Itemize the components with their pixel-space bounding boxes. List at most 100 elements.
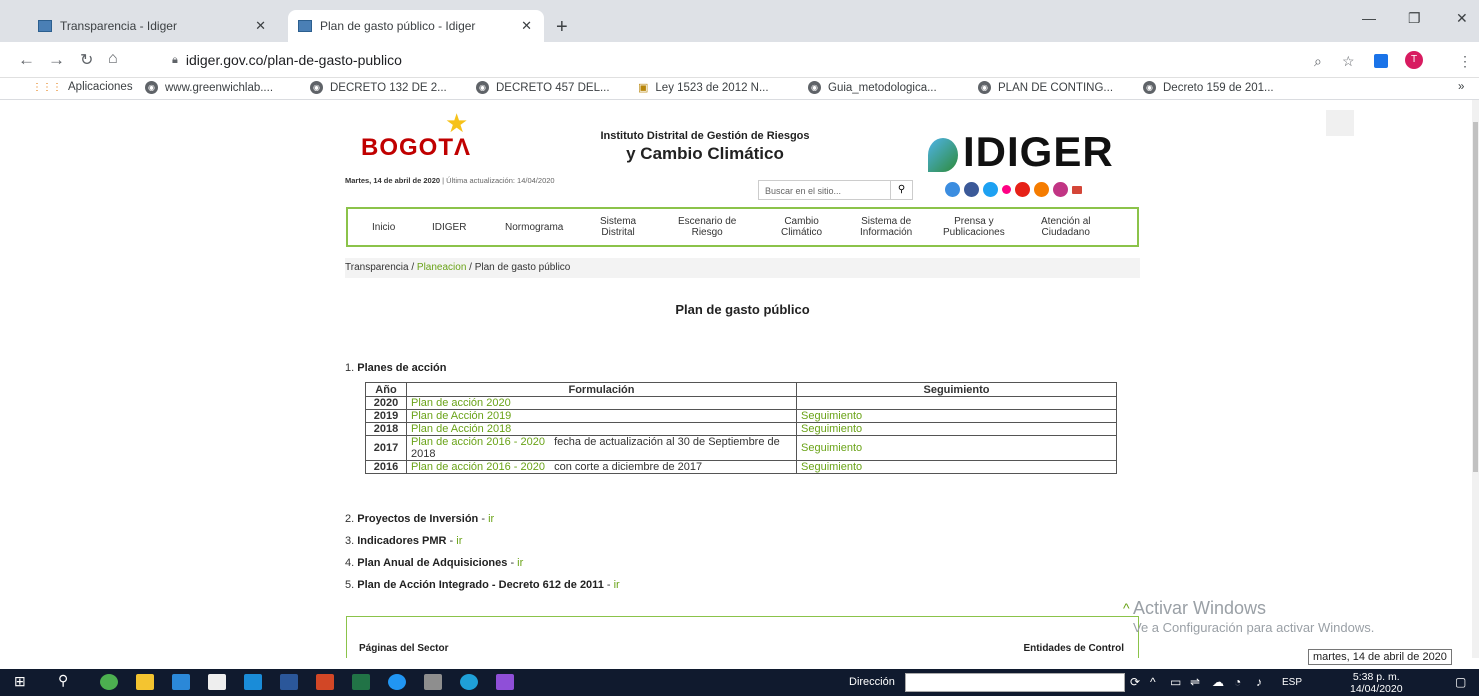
instagram-icon[interactable] (1053, 182, 1068, 197)
menu-dots-icon[interactable]: ⋮ (1458, 53, 1472, 70)
chevron-up-icon[interactable]: ^ (1123, 600, 1130, 616)
scrollbar-thumb[interactable] (1473, 122, 1478, 472)
refresh-icon[interactable]: ⟳ (1130, 675, 1140, 689)
seguimiento-link[interactable]: Seguimiento (801, 442, 862, 454)
rss-icon[interactable] (1034, 182, 1049, 197)
bookmark-star-icon[interactable]: ☆ (1342, 53, 1355, 70)
tab-plan-de-gasto[interactable]: Plan de gasto público - Idiger ✕ (288, 10, 544, 42)
store-icon[interactable] (208, 674, 226, 690)
bookmark-apps[interactable]: ⋮⋮⋮ Aplicaciones (32, 81, 133, 93)
twitter-icon[interactable] (983, 182, 998, 197)
zoom-icon[interactable]: ⌕ (1314, 53, 1322, 70)
ir-link[interactable]: ir (456, 535, 462, 547)
book-icon: ▣ (638, 82, 649, 94)
nav-item-sistema-informacion[interactable]: Sistema de Información (860, 216, 912, 238)
volume-icon[interactable]: ♪ (1256, 675, 1262, 689)
bookmark-item[interactable]: ◉ Guia_metodologica... (808, 81, 937, 94)
extension-icon[interactable] (1374, 54, 1388, 68)
profile-avatar[interactable]: T (1405, 51, 1423, 69)
nav-item-escenario-riesgo[interactable]: Escenario de Riesgo (678, 216, 736, 238)
address-label: Dirección (849, 676, 895, 688)
year-cell: 2018 (365, 422, 407, 436)
seguimiento-link[interactable]: Seguimiento (801, 461, 862, 473)
new-tab-icon[interactable]: + (556, 16, 568, 39)
bogota-logo[interactable]: BOGOTΛ (361, 134, 471, 162)
network-icon[interactable]: ⇌ (1190, 675, 1200, 689)
seguimiento-cell: Seguimiento (796, 409, 1117, 423)
word-icon[interactable] (280, 674, 298, 690)
seguimiento-link[interactable]: Seguimiento (801, 410, 862, 422)
app-icon[interactable] (496, 674, 514, 690)
nav-item-inicio[interactable]: Inicio (372, 222, 395, 233)
minimize-icon[interactable]: — (1362, 10, 1376, 26)
chrome-icon[interactable] (100, 674, 118, 690)
breadcrumb-planeacion[interactable]: Planeacion (417, 262, 466, 273)
clock[interactable]: 5:38 p. m. 14/04/2020 (1350, 671, 1403, 695)
tab-transparencia[interactable]: Transparencia - Idiger ✕ (28, 10, 278, 42)
nav-item-sistema-distrital[interactable]: Sistema Distrital (600, 216, 636, 238)
language-indicator[interactable]: ESP (1282, 677, 1302, 688)
browser-icon[interactable] (388, 674, 406, 690)
close-icon[interactable]: ✕ (255, 18, 266, 34)
flickr-icon[interactable] (1002, 185, 1011, 194)
nav-item-cambio-climatico[interactable]: Cambio Climático (781, 216, 822, 238)
plan-link[interactable]: Plan de acción 2016 - 2020 (411, 461, 545, 473)
lock-icon: 🔒︎ (172, 53, 178, 66)
app-icon[interactable] (172, 674, 190, 690)
bookmark-item[interactable]: ◉ Decreto 159 de 201... (1143, 81, 1274, 94)
nav-item-prensa[interactable]: Prensa y Publicaciones (943, 216, 1005, 238)
search-icon[interactable]: ⚲ (890, 181, 912, 199)
scrollbar[interactable] (1472, 100, 1479, 658)
reload-icon[interactable]: ↻ (80, 50, 93, 70)
institute-name-line2: y Cambio Climático (626, 144, 784, 163)
restore-icon[interactable]: ❐ (1408, 10, 1421, 27)
close-icon[interactable]: ✕ (521, 18, 532, 34)
home-icon[interactable]: ⌂ (108, 50, 118, 68)
file-explorer-icon[interactable] (136, 674, 154, 690)
facebook-icon[interactable] (964, 182, 979, 197)
table-header-row: Año Formulación Seguimiento (365, 382, 1117, 397)
favicon-icon (38, 20, 52, 32)
footer-entidades-control: Entidades de Control (1023, 643, 1124, 654)
forward-icon[interactable]: → (48, 50, 65, 70)
back-to-top-icon[interactable] (1326, 110, 1354, 136)
back-icon[interactable]: ← (18, 50, 35, 70)
wifi-icon[interactable]: ◔ (1234, 675, 1241, 689)
nav-item-normograma[interactable]: Normograma (505, 222, 563, 233)
seguimiento-link[interactable]: Seguimiento (801, 423, 862, 435)
app-icon[interactable] (424, 674, 442, 690)
ir-link[interactable]: ir (614, 579, 620, 591)
globe-icon: ◉ (145, 81, 158, 94)
nav-item-idiger[interactable]: IDIGER (432, 222, 466, 233)
tray-chevron-icon[interactable]: ^ (1150, 675, 1156, 689)
nav-item-atencion[interactable]: Atención al Ciudadano (1041, 216, 1090, 238)
ir-link[interactable]: ir (517, 557, 523, 569)
bookmark-item[interactable]: ◉ DECRETO 132 DE 2... (310, 81, 447, 94)
settings-icon[interactable] (945, 182, 960, 197)
excel-icon[interactable] (352, 674, 370, 690)
bookmark-item[interactable]: ◉ www.greenwichlab.... (145, 81, 273, 94)
edge-icon[interactable] (460, 674, 478, 690)
windows-start-icon[interactable]: ⊞ (14, 673, 26, 690)
url-field[interactable]: 🔒︎ idiger.gov.co/plan-de-gasto-publico (172, 47, 1352, 73)
ir-link[interactable]: ir (488, 513, 494, 525)
bookmark-item[interactable]: ◉ DECRETO 457 DEL... (476, 81, 610, 94)
plan-link[interactable]: Plan de Acción 2019 (411, 410, 511, 422)
breadcrumb-transparencia[interactable]: Transparencia (345, 262, 409, 273)
powerpoint-icon[interactable] (316, 674, 334, 690)
bookmark-item[interactable]: ◉ PLAN DE CONTING... (978, 81, 1113, 94)
plan-link[interactable]: Plan de Acción 2018 (411, 423, 511, 435)
search-input[interactable]: Buscar en el sitio... (759, 181, 890, 199)
idiger-logo[interactable]: IDIGER (963, 128, 1114, 176)
mail-icon[interactable] (244, 674, 262, 690)
address-input[interactable] (905, 673, 1125, 692)
plan-link[interactable]: Plan de acción 2016 - 2020 (411, 436, 545, 448)
search-icon[interactable]: ⚲ (58, 672, 68, 689)
window-close-icon[interactable]: ✕ (1456, 10, 1468, 27)
plan-link[interactable]: Plan de acción 2020 (411, 397, 511, 409)
mail-icon[interactable] (1072, 185, 1082, 194)
bookmark-item[interactable]: ▣ Ley 1523 de 2012 N... (638, 81, 769, 95)
bookmarks-overflow-icon[interactable]: » (1458, 81, 1464, 93)
notifications-icon[interactable]: ▢ (1455, 675, 1466, 689)
youtube-icon[interactable] (1015, 182, 1030, 197)
